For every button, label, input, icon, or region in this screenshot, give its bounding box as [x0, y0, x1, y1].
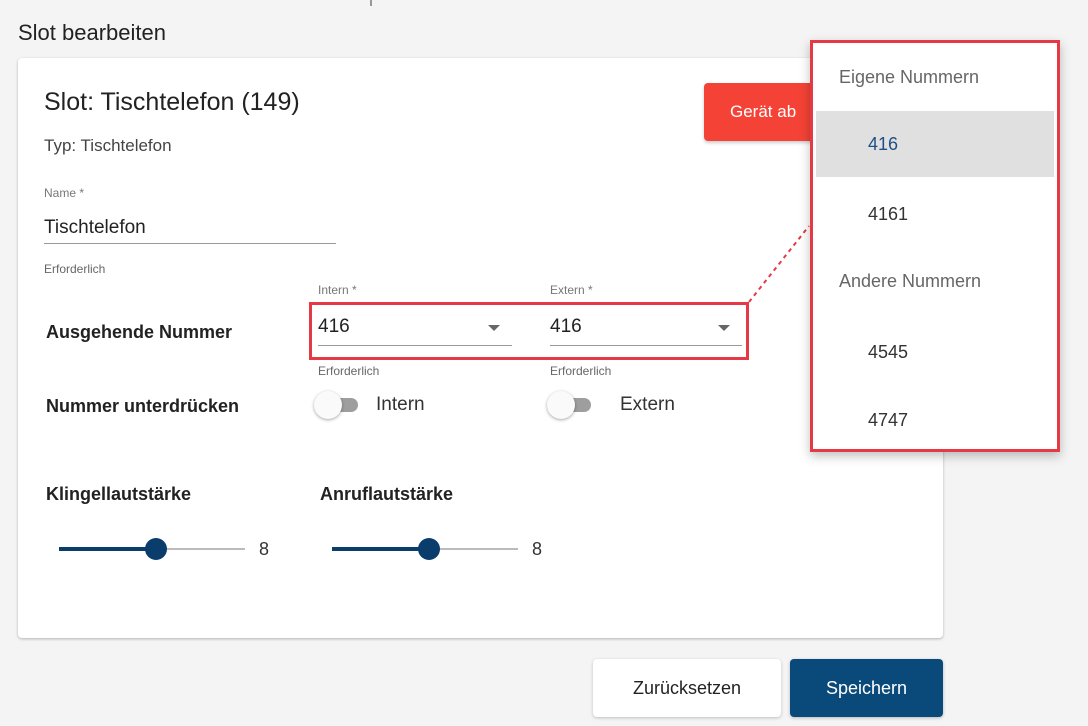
dropdown-group-own: Eigene Nummern — [839, 67, 980, 87]
name-field-hint: Erforderlich — [44, 262, 106, 276]
slider-knob[interactable] — [417, 538, 440, 560]
extern-select-hint: Erforderlich — [550, 364, 612, 378]
ring-volume-value: 8 — [259, 539, 270, 559]
intern-select-label: Intern * — [318, 283, 357, 297]
dropdown-item[interactable]: 416 — [816, 111, 1054, 177]
intern-select-hint: Erforderlich — [318, 364, 380, 378]
dropdown-item[interactable]: 4747 — [816, 387, 1054, 453]
dropdown-item[interactable]: 4161 — [816, 181, 1054, 247]
slider-fill — [59, 547, 156, 551]
slot-title: Slot: Tischtelefon (149) — [44, 88, 300, 116]
ring-volume-label: Klingellautstärke — [46, 484, 192, 504]
slider-knob[interactable] — [144, 538, 167, 560]
selects-highlight-box — [309, 302, 749, 360]
suppress-intern-toggle[interactable] — [314, 390, 360, 420]
name-input[interactable] — [44, 212, 336, 244]
top-divider-mark — [370, 0, 372, 6]
extern-select-label: Extern * — [550, 283, 593, 297]
suppress-extern-toggle[interactable] — [547, 390, 593, 420]
toggle-thumb — [547, 391, 575, 419]
number-dropdown-menu: Eigene Nummern 416 4161 Andere Nummern 4… — [810, 40, 1060, 452]
callout-connector — [748, 225, 810, 303]
toggle-thumb — [314, 391, 342, 419]
dropdown-item[interactable]: 4545 — [816, 319, 1054, 385]
suppress-extern-text: Extern — [620, 394, 675, 415]
slot-type: Typ: Tischtelefon — [44, 136, 172, 155]
call-volume-value: 8 — [532, 539, 543, 559]
call-volume-slider[interactable] — [332, 536, 518, 562]
outgoing-number-label: Ausgehende Nummer — [46, 322, 233, 342]
save-button[interactable]: Speichern — [790, 659, 943, 717]
slider-fill — [332, 547, 429, 551]
name-field-label: Name * — [44, 186, 85, 200]
dropdown-group-other: Andere Nummern — [839, 271, 982, 291]
suppress-number-label: Nummer unterdrücken — [46, 396, 240, 416]
call-volume-label: Anruflautstärke — [320, 484, 454, 504]
ring-volume-slider[interactable] — [59, 536, 245, 562]
suppress-intern-text: Intern — [376, 394, 425, 415]
reset-button[interactable]: Zurücksetzen — [593, 659, 781, 717]
page-title: Slot bearbeiten — [18, 20, 166, 45]
